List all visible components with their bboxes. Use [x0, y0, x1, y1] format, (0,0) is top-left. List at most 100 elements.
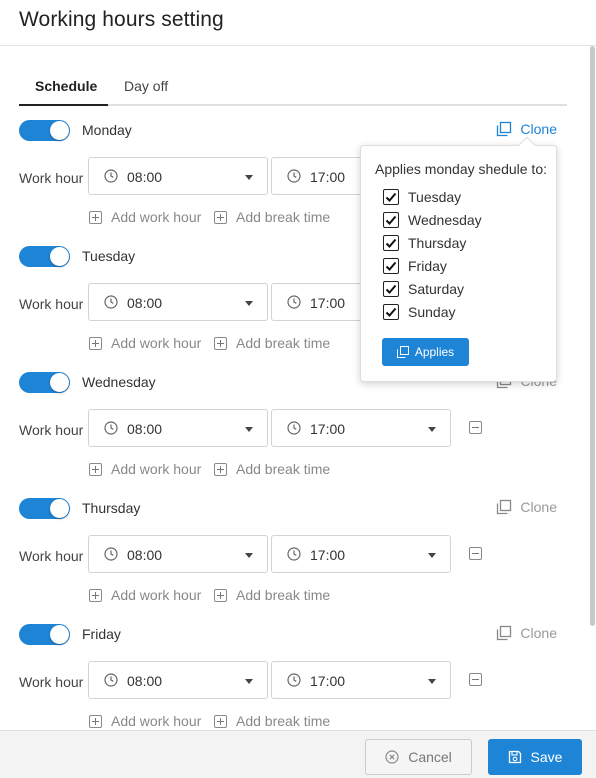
day-header-thursday: Thursday Clone: [19, 498, 559, 522]
add-break-time-button[interactable]: Add break time: [214, 587, 330, 603]
tab-bar: Schedule Day off: [19, 70, 567, 106]
add-break-time-button[interactable]: Add break time: [214, 335, 330, 351]
work-hour-label: Work hour: [19, 170, 84, 186]
add-work-hour-button[interactable]: Add work hour: [89, 209, 201, 225]
work-hour-label: Work hour: [19, 548, 84, 564]
toggle-knob: [50, 373, 69, 392]
add-break-time-label: Add break time: [236, 713, 331, 729]
end-time-value: 17:00: [310, 547, 346, 563]
apply-option-friday[interactable]: Friday: [383, 257, 447, 275]
checkbox[interactable]: [383, 258, 399, 274]
copy-icon: [497, 625, 512, 641]
copy-icon: [497, 499, 512, 515]
remove-icon[interactable]: [469, 547, 482, 560]
checkbox[interactable]: [383, 189, 399, 205]
add-break-time-button[interactable]: Add break time: [214, 209, 330, 225]
scrollbar-thumb[interactable]: [590, 46, 595, 626]
add-break-time-button[interactable]: Add break time: [214, 713, 330, 729]
clone-button[interactable]: Clone: [496, 625, 557, 641]
caret-down-icon: [245, 679, 253, 684]
add-work-hour-button[interactable]: Add work hour: [89, 335, 201, 351]
clock-icon: [287, 295, 301, 309]
checkbox-label: Wednesday: [408, 212, 482, 228]
add-work-hour-label: Add work hour: [111, 461, 202, 477]
plus-square-icon: [214, 714, 227, 728]
remove-icon[interactable]: [469, 421, 482, 434]
plus-square-icon: [214, 462, 227, 476]
add-work-hour-button[interactable]: Add work hour: [89, 587, 201, 603]
day-toggle[interactable]: [19, 246, 70, 267]
day-toggle[interactable]: [19, 498, 70, 519]
clock-icon: [287, 547, 301, 561]
add-work-hour-button[interactable]: Add work hour: [89, 713, 201, 729]
applies-button-label: Applies: [414, 345, 455, 359]
start-time-value: 08:00: [127, 169, 163, 185]
checkbox-label: Tuesday: [408, 189, 462, 205]
apply-option-saturday[interactable]: Saturday: [383, 280, 464, 298]
day-toggle[interactable]: [19, 120, 70, 141]
tab-schedule[interactable]: Schedule: [35, 78, 97, 94]
remove-icon[interactable]: [469, 673, 482, 686]
clone-button[interactable]: Clone: [496, 121, 557, 137]
toggle-knob: [50, 625, 69, 644]
add-work-hour-button[interactable]: Add work hour: [89, 461, 201, 477]
copy-icon: [396, 346, 409, 358]
day-header-monday: Monday Clone: [19, 120, 559, 144]
add-break-time-button[interactable]: Add break time: [214, 461, 330, 477]
work-hour-row: Work hour 08:00 17:00: [19, 535, 559, 573]
day-label: Thursday: [82, 500, 141, 516]
clone-button[interactable]: Clone: [496, 499, 557, 515]
check-icon: [385, 307, 397, 317]
clock-icon: [104, 421, 118, 435]
apply-option-tuesday[interactable]: Tuesday: [383, 188, 461, 206]
tab-day-off[interactable]: Day off: [124, 78, 168, 94]
day-label: Wednesday: [82, 374, 156, 390]
add-break-time-label: Add break time: [236, 209, 331, 225]
toggle-knob: [50, 121, 69, 140]
popover-title: Applies monday shedule to:: [375, 161, 547, 177]
end-time-select[interactable]: 17:00: [271, 661, 451, 699]
save-button[interactable]: Save: [488, 739, 582, 775]
apply-option-thursday[interactable]: Thursday: [383, 234, 466, 252]
end-time-select[interactable]: 17:00: [271, 535, 451, 573]
clock-icon: [287, 169, 301, 183]
start-time-select[interactable]: 08:00: [88, 157, 268, 195]
checkbox[interactable]: [383, 281, 399, 297]
clock-icon: [104, 295, 118, 309]
checkbox[interactable]: [383, 212, 399, 228]
start-time-select[interactable]: 08:00: [88, 535, 268, 573]
dialog-header: Working hours setting: [0, 0, 596, 46]
caret-down-icon: [245, 175, 253, 180]
start-time-value: 08:00: [127, 295, 163, 311]
apply-option-wednesday[interactable]: Wednesday: [383, 211, 482, 229]
clone-popover: Applies monday shedule to: Tuesday Wednes…: [360, 136, 557, 382]
add-break-time-label: Add break time: [236, 587, 331, 603]
apply-option-sunday[interactable]: Sunday: [383, 303, 455, 321]
plus-square-icon: [214, 336, 227, 350]
caret-down-icon: [245, 427, 253, 432]
toggle-knob: [50, 247, 69, 266]
caret-down-icon: [428, 427, 436, 432]
applies-button[interactable]: Applies: [382, 338, 469, 366]
scrollbar[interactable]: [588, 46, 596, 730]
start-time-select[interactable]: 08:00: [88, 283, 268, 321]
day-header-friday: Friday Clone: [19, 624, 559, 648]
checkbox-label: Sunday: [408, 304, 456, 320]
checkbox[interactable]: [383, 235, 399, 251]
add-work-hour-label: Add work hour: [111, 335, 202, 351]
day-toggle[interactable]: [19, 624, 70, 645]
clock-icon: [104, 673, 118, 687]
start-time-select[interactable]: 08:00: [88, 661, 268, 699]
cancel-button[interactable]: Cancel: [365, 739, 472, 775]
end-time-select[interactable]: 17:00: [271, 409, 451, 447]
day-label: Friday: [82, 626, 121, 642]
day-toggle[interactable]: [19, 372, 70, 393]
clone-label: Clone: [520, 121, 557, 137]
add-work-hour-label: Add work hour: [111, 713, 202, 729]
add-work-hour-label: Add work hour: [111, 209, 202, 225]
checkbox[interactable]: [383, 304, 399, 320]
start-time-select[interactable]: 08:00: [88, 409, 268, 447]
work-hour-label: Work hour: [19, 674, 84, 690]
clock-icon: [287, 421, 301, 435]
plus-square-icon: [89, 714, 102, 728]
